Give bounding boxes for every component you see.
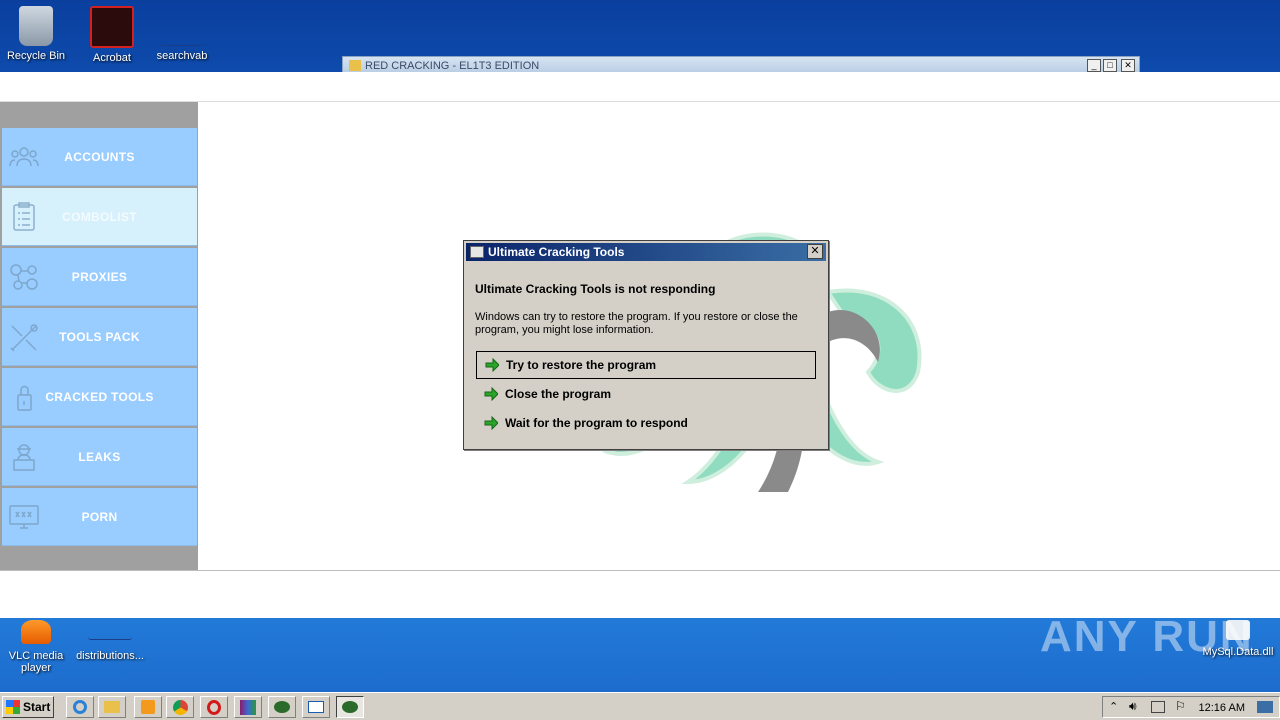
restore-program-option[interactable]: Try to restore the program xyxy=(476,351,816,379)
desktop-icon-label: VLC media player xyxy=(8,650,64,674)
taskbar-ie[interactable] xyxy=(66,696,94,718)
background-window-title: RED CRACKING - EL1T3 EDITION xyxy=(365,60,540,72)
taskbar-opera[interactable] xyxy=(200,696,228,718)
taskbar: Start ⌃ 🔊︎ ⚐ 12:16 AM xyxy=(0,692,1280,720)
dialog-heading: Ultimate Cracking Tools is not respondin… xyxy=(475,282,716,296)
dialog-description: Windows can try to restore the program. … xyxy=(475,311,798,336)
desktop-icon-recycle-bin[interactable]: Recycle Bin xyxy=(0,6,72,62)
start-label: Start xyxy=(23,700,51,714)
clock[interactable]: 12:16 AM xyxy=(1199,702,1245,714)
nav-item-leaks[interactable]: LEAKS xyxy=(2,428,197,486)
start-button[interactable]: Start xyxy=(2,696,54,718)
desktop-icon-label: distributions... xyxy=(76,650,144,662)
volume-icon[interactable]: 🔊︎ xyxy=(1129,699,1137,714)
nav-item-cracked-tools[interactable]: CRACKED TOOLS xyxy=(2,368,197,426)
desktop-icon-label: Acrobat xyxy=(93,52,131,64)
nav-item-proxies[interactable]: PROXIES xyxy=(2,248,197,306)
desktop-icon-searchvab[interactable]: searchvab xyxy=(146,6,218,62)
dialog-title: Ultimate Cracking Tools xyxy=(488,245,625,259)
file-icon xyxy=(88,620,132,640)
app-top-bar xyxy=(0,72,1280,102)
taskbar-ultimate-cracking-tools[interactable] xyxy=(336,696,364,718)
winrar-icon xyxy=(240,699,256,715)
dialog-titlebar[interactable]: Ultimate Cracking Tools ✕ xyxy=(466,243,826,261)
acrobat-icon xyxy=(90,6,134,48)
nav-item-combolist[interactable]: COMBOLIST xyxy=(2,188,197,246)
desktop-icon-distributions[interactable]: distributions... xyxy=(72,620,148,662)
close-program-option[interactable]: Close the program xyxy=(476,380,816,408)
taskbar-window[interactable] xyxy=(302,696,330,718)
green-arrow-icon xyxy=(485,358,499,372)
turtle-icon xyxy=(274,701,290,713)
windows-logo-icon xyxy=(6,700,20,714)
not-responding-dialog: Ultimate Cracking Tools ✕ Ultimate Crack… xyxy=(463,240,829,450)
media-player-icon xyxy=(141,700,155,714)
file-icon xyxy=(160,6,204,46)
green-arrow-icon xyxy=(484,387,498,401)
wait-program-option[interactable]: Wait for the program to respond xyxy=(476,409,816,437)
taskbar-chrome[interactable] xyxy=(166,696,194,718)
clipboard-icon xyxy=(13,202,35,231)
folder-icon xyxy=(104,701,120,713)
tools-icon xyxy=(10,324,38,352)
nav-item-tools-pack[interactable]: TOOLS PACK xyxy=(2,308,197,366)
watermark: ANY RUN xyxy=(1040,612,1254,661)
show-desktop-icon[interactable] xyxy=(1257,701,1273,713)
minimize-button[interactable]: _ xyxy=(1087,59,1101,72)
taskbar-media-player[interactable] xyxy=(134,696,162,718)
show-hidden-icons[interactable]: ⌃ xyxy=(1109,700,1118,713)
desktop-icon-label: Recycle Bin xyxy=(6,50,66,62)
taskbar-winrar[interactable] xyxy=(234,696,262,718)
network-icon[interactable] xyxy=(1151,701,1165,713)
xxx-monitor-icon xyxy=(9,505,39,529)
app-bottom-bar xyxy=(0,570,1280,618)
system-tray: ⌃ 🔊︎ ⚐ 12:16 AM xyxy=(1102,696,1280,718)
sidebar: ACCOUNTS COMBOLIST PROXIES TOOLS PACK CR… xyxy=(0,102,198,570)
desktop-icon-vlc[interactable]: VLC media player xyxy=(0,620,72,674)
desktop-icon-acrobat[interactable]: Acrobat xyxy=(76,6,148,64)
desktop-icon-label: searchvab xyxy=(156,50,208,62)
green-arrow-icon xyxy=(484,416,498,430)
opera-icon xyxy=(207,699,221,715)
network-icon xyxy=(10,264,38,290)
taskbar-explorer[interactable] xyxy=(98,696,126,718)
flag-icon[interactable]: ⚐ xyxy=(1175,699,1186,713)
window-icon xyxy=(308,701,324,713)
window-icon xyxy=(470,246,484,258)
vlc-icon xyxy=(21,620,51,644)
option-label: Close the program xyxy=(505,387,612,401)
chrome-icon xyxy=(172,699,188,715)
users-icon xyxy=(9,147,39,167)
hacker-icon xyxy=(13,444,35,471)
taskbar-app-turtle[interactable] xyxy=(268,696,296,718)
maximize-button[interactable]: □ xyxy=(1103,59,1117,72)
option-label: Try to restore the program xyxy=(506,358,657,372)
ie-icon xyxy=(73,700,87,714)
recycle-bin-icon xyxy=(19,6,53,46)
turtle-icon xyxy=(342,701,358,713)
option-label: Wait for the program to respond xyxy=(505,416,688,430)
nav-item-accounts[interactable]: ACCOUNTS xyxy=(2,128,197,186)
padlock-icon xyxy=(17,385,32,411)
dialog-close-button[interactable]: ✕ xyxy=(807,244,823,259)
nav-item-porn[interactable]: PORN xyxy=(2,488,197,546)
close-button[interactable]: ✕ xyxy=(1121,59,1135,72)
folder-icon xyxy=(349,60,361,71)
